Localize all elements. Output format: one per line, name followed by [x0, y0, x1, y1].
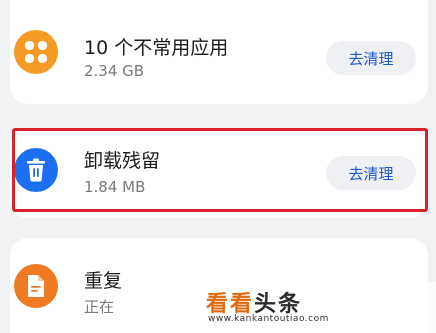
uninstall-residue-size: 1.84 MB [84, 178, 146, 196]
trash-icon [14, 148, 58, 192]
watermark-url: www.kankantoutiao.com [208, 314, 329, 324]
duplicate-files-status: 正在 [84, 298, 115, 316]
clean-uninstall-residue-button[interactable]: 去清理 [326, 156, 416, 190]
document-icon [14, 264, 58, 308]
apps-grid-icon [14, 30, 58, 74]
watermark: 看看头条 www.kankantoutiao.com [206, 286, 386, 326]
unused-apps-size: 2.34 GB [84, 62, 145, 80]
uninstall-residue-title: 卸载残留 [84, 150, 161, 172]
clean-unused-apps-button[interactable]: 去清理 [326, 41, 416, 75]
duplicate-files-title: 重复 [84, 270, 123, 292]
unused-apps-title: 10 个不常用应用 [84, 37, 229, 59]
